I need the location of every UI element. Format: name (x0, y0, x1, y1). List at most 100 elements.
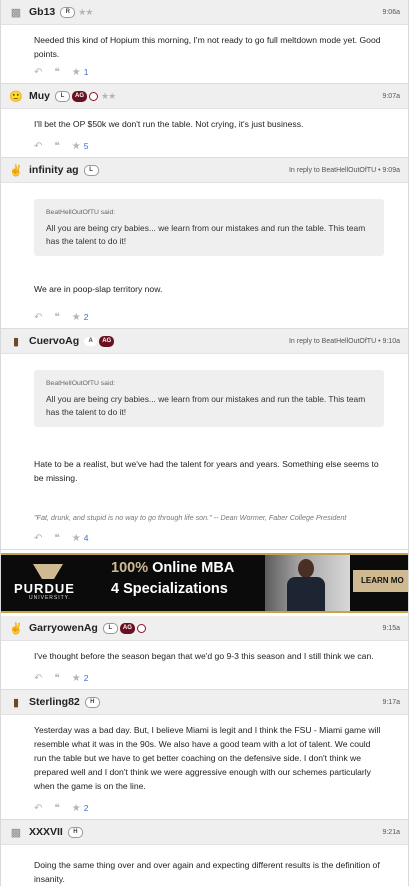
star-icon[interactable]: ★ (72, 141, 81, 152)
post-body: I'll bet the OP $50k we don't run the ta… (1, 109, 408, 131)
ad-subline: 4 Specializations (111, 581, 228, 597)
reply-icon[interactable]: ↶ (34, 141, 42, 152)
post-actions: ↶ ❝ ★ 2 (1, 306, 408, 328)
post-actions: ↶ ❝ ★ 1 (1, 61, 408, 83)
user-badge: A (84, 336, 98, 346)
username[interactable]: XXXVII (29, 826, 63, 838)
post-text: I'll bet the OP $50k we don't run the ta… (34, 119, 304, 129)
quote-icon[interactable]: ❝ (54, 533, 59, 544)
reply-icon[interactable]: ↶ (34, 803, 42, 814)
quote-author[interactable]: BeatHellOutOfTU said: (46, 206, 372, 220)
ad-banner[interactable]: PURDUE UNIVERSITY. 100% Online MBA 4 Spe… (1, 553, 408, 613)
post-actions: ↶ ❝ ★ 2 (1, 797, 408, 819)
reply-icon[interactable]: ↶ (34, 533, 42, 544)
reply-context[interactable]: In reply to BeatHellOutOfTU • 9:09a (289, 167, 400, 174)
post-time[interactable]: 9:06a (382, 9, 400, 16)
post-time[interactable]: 9:21a (382, 829, 400, 836)
user-badge: L (83, 164, 99, 176)
ag-badge: AG (119, 622, 135, 634)
hand-avatar[interactable]: ✌ (9, 163, 23, 177)
post: ✌ infinity ag L In reply to BeatHellOutO… (1, 158, 408, 329)
reply-context[interactable]: In reply to BeatHellOutOfTU • 9:10a (289, 338, 400, 345)
star-icon[interactable]: ★ (72, 673, 81, 684)
quote-text: All you are being cry babies... we learn… (46, 394, 366, 417)
bottle-avatar[interactable]: ▮ (9, 334, 23, 348)
user-badge: R (60, 6, 76, 18)
like-count[interactable]: 2 (84, 673, 89, 683)
post-signature: "Fat, drunk, and stupid is no way to go … (34, 513, 347, 522)
post-text: Hate to be a realist, but we've had the … (34, 459, 379, 483)
like-count[interactable]: 2 (84, 312, 89, 322)
rating-stars: ★★ (78, 6, 93, 17)
post-time[interactable]: 9:17a (382, 699, 400, 706)
avatar[interactable]: ▩ (9, 5, 23, 19)
username[interactable]: GarryowenAg (29, 622, 98, 634)
post-actions: ↶ ❝ ★ 5 (1, 135, 408, 157)
username[interactable]: Sterling82 (29, 696, 80, 708)
post-text: Yesterday was a bad day. But, I believe … (34, 725, 381, 791)
post: 🙂 Muy L AG ★★ 9:07a I'll bet the OP $50k… (1, 84, 408, 158)
post-body: I've thought before the season began tha… (1, 641, 408, 663)
like-count[interactable]: 5 (84, 141, 89, 151)
star-icon[interactable]: ★ (72, 312, 81, 323)
post-body: BeatHellOutOfTU said: All you are being … (1, 183, 408, 296)
username[interactable]: CuervoAg (29, 335, 79, 347)
person-head (298, 559, 314, 578)
avatar[interactable]: ▩ (9, 825, 23, 839)
username[interactable]: Muy (29, 90, 50, 102)
user-badge: H (67, 826, 83, 838)
quote-text: All you are being cry babies... we learn… (46, 223, 366, 246)
post: ▮ CuervoAg A AG In reply to BeatHellOutO… (1, 329, 408, 550)
post-text: Needed this kind of Hopium this morning,… (34, 35, 381, 59)
post-header: ▮ CuervoAg A AG In reply to BeatHellOutO… (1, 329, 408, 354)
rating-stars: ★★ (101, 90, 116, 101)
purdue-logo: PURDUE UNIVERSITY. (11, 564, 91, 601)
ag-badge: AG (72, 90, 87, 102)
username[interactable]: Gb13 (29, 6, 55, 18)
smiley-avatar[interactable]: 🙂 (9, 89, 23, 103)
star-icon[interactable]: ★ (72, 67, 81, 78)
username[interactable]: infinity ag (29, 164, 79, 176)
post-time[interactable]: 9:15a (382, 625, 400, 632)
star-icon[interactable]: ★ (72, 533, 81, 544)
like-count[interactable]: 2 (84, 803, 89, 813)
like-count[interactable]: 1 (84, 67, 89, 77)
quote-icon[interactable]: ❝ (54, 67, 59, 78)
hand-avatar[interactable]: ✌ (9, 621, 23, 635)
post-header: 🙂 Muy L AG ★★ 9:07a (1, 84, 408, 109)
user-badge: L (102, 622, 118, 634)
post-body: Needed this kind of Hopium this morning,… (1, 25, 408, 61)
post: ▩ Gb13 R ★★ 9:06a Needed this kind of Ho… (1, 0, 408, 84)
quote-icon[interactable]: ❝ (54, 673, 59, 684)
ad-brand: PURDUE (14, 581, 75, 596)
quote-author[interactable]: BeatHellOutOfTU said: (46, 377, 372, 391)
like-count[interactable]: 4 (84, 533, 89, 543)
reply-icon[interactable]: ↶ (34, 67, 42, 78)
ag-badge: AG (99, 335, 115, 347)
reply-icon[interactable]: ↶ (34, 312, 42, 323)
post-body: Yesterday was a bad day. But, I believe … (1, 715, 408, 793)
post-time[interactable]: 9:07a (382, 93, 400, 100)
ad-cta-button[interactable]: LEARN MO (353, 570, 408, 592)
post-header: ✌ infinity ag L In reply to BeatHellOutO… (1, 158, 408, 183)
user-badge: L (55, 90, 70, 102)
star-icon[interactable]: ★ (72, 803, 81, 814)
quote-icon[interactable]: ❝ (54, 312, 59, 323)
post-actions: ↶ ❝ ★ 4 (1, 527, 408, 549)
ad-photo (265, 555, 350, 611)
ad-headline-highlight: 100% (111, 560, 149, 576)
post: ▮ Sterling82 H 9:17a Yesterday was a bad… (1, 690, 408, 820)
bottle-avatar[interactable]: ▮ (9, 695, 23, 709)
quote-icon[interactable]: ❝ (54, 141, 59, 152)
post-actions: ↶ ❝ ★ 2 (1, 667, 408, 689)
reply-icon[interactable]: ↶ (34, 673, 42, 684)
person-torso (287, 577, 325, 611)
post: ✌ GarryowenAg L AG 9:15a I've thought be… (1, 616, 408, 690)
quote-icon[interactable]: ❝ (54, 803, 59, 814)
quote-block: BeatHellOutOfTU said: All you are being … (34, 370, 384, 427)
purdue-p-mark-icon (33, 564, 63, 579)
post-header: ▩ Gb13 R ★★ 9:06a (1, 0, 408, 25)
ad-headline-rest: Online MBA (148, 560, 235, 576)
post-body: BeatHellOutOfTU said: All you are being … (1, 354, 408, 525)
thread: ▩ Gb13 R ★★ 9:06a Needed this kind of Ho… (0, 0, 409, 886)
